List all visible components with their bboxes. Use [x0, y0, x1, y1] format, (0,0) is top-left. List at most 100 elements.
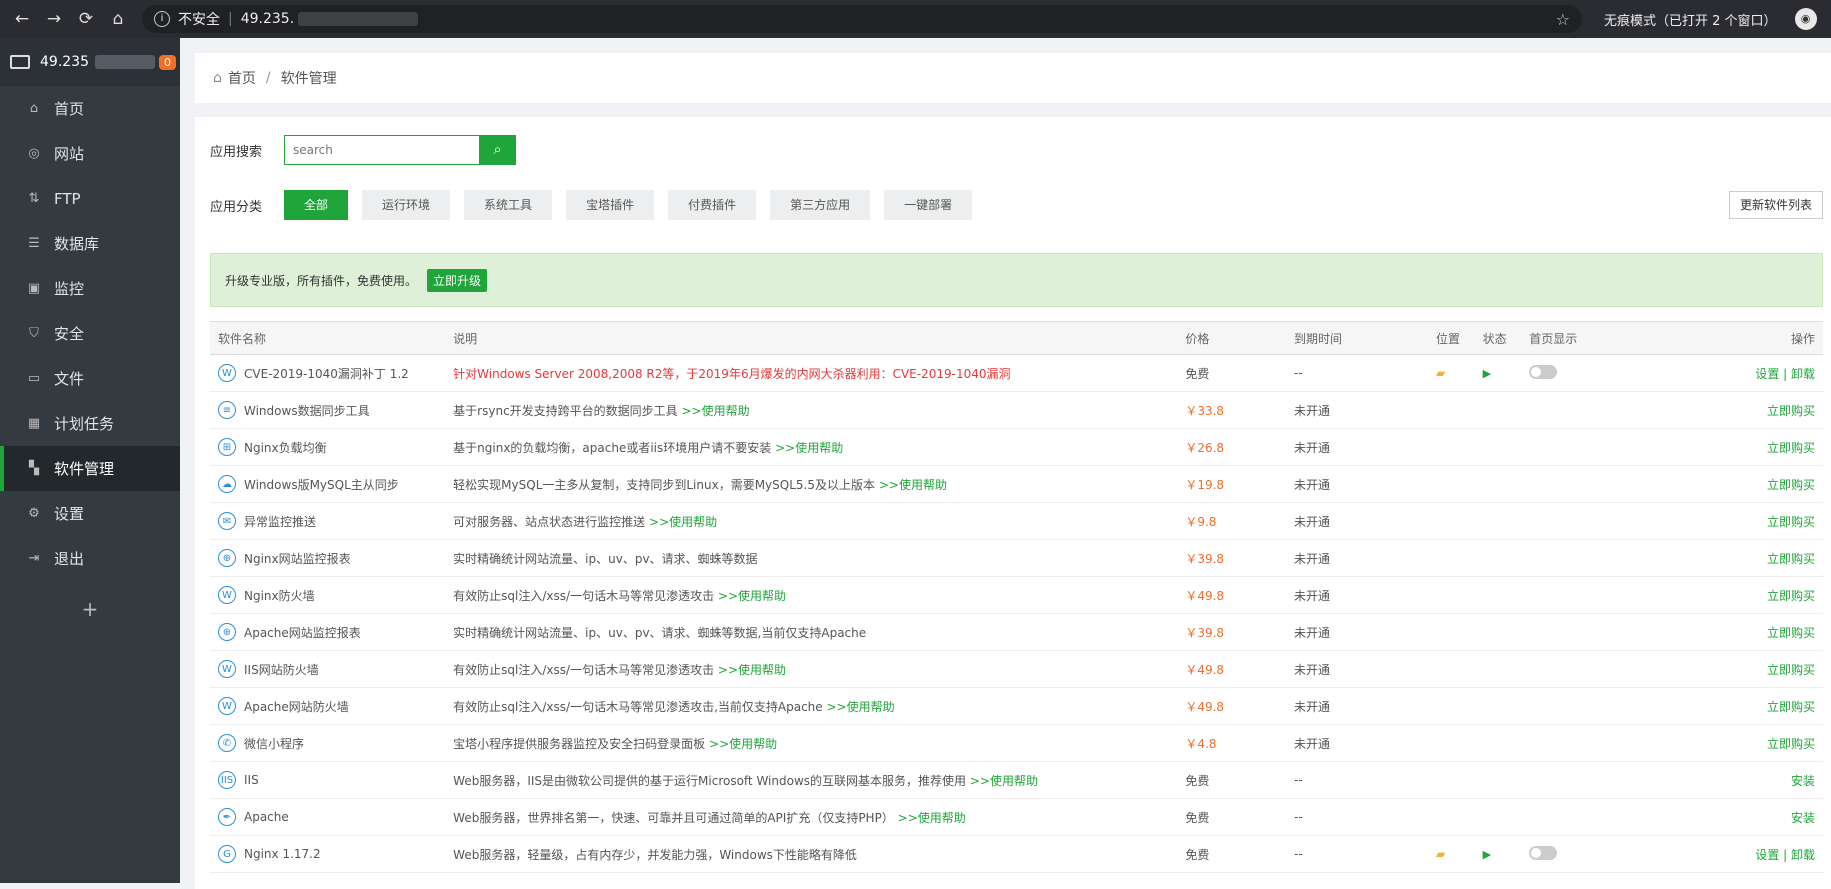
software-name: Apache — [244, 810, 289, 824]
action-link[interactable]: 立即购买 — [1767, 589, 1815, 603]
help-link[interactable]: >>使用帮助 — [898, 811, 966, 825]
table-row: ✉ 异常监控推送 可对服务器、站点状态进行监控推送 >>使用帮助 ￥9.8 未开通 立即购… — [210, 502, 1823, 540]
homepage-toggle[interactable] — [1529, 845, 1558, 860]
action-link[interactable]: 立即购买 — [1767, 626, 1815, 640]
software-name: Apache网站防火墙 — [244, 699, 349, 714]
column-header: 首页显示 — [1521, 321, 1655, 355]
sidebar-item-10[interactable]: ⇥ 退出 — [0, 536, 180, 581]
home-icon[interactable]: ⌂ — [213, 70, 222, 86]
folder-icon[interactable]: ▰ — [1436, 847, 1445, 861]
action-link[interactable]: 立即购买 — [1767, 478, 1815, 492]
help-link[interactable]: >>使用帮助 — [775, 441, 843, 455]
category-tab[interactable]: 第三方应用 — [770, 190, 871, 220]
sidebar-item-3[interactable]: ☰ 数据库 — [0, 221, 180, 266]
back-icon[interactable]: ← — [12, 9, 32, 29]
column-header: 说明 — [445, 321, 1178, 355]
category-tab[interactable]: 付费插件 — [668, 190, 757, 220]
sidebar-item-8[interactable]: ▚ 软件管理 — [0, 446, 180, 491]
software-desc: 针对Windows Server 2008,2008 R2等，于2019年6月爆… — [453, 366, 1011, 381]
category-label: 应用分类 — [210, 199, 263, 215]
search-input[interactable] — [285, 136, 480, 164]
forward-icon[interactable]: → — [44, 9, 64, 29]
action-link[interactable]: 立即购买 — [1767, 515, 1815, 529]
software-desc: 有效防止sql注入/xss/一句话木马等常见渗透攻击,当前仅支持Apache — [453, 699, 823, 714]
address-bar[interactable]: i 不安全 | 49.235. ☆ — [142, 5, 1582, 33]
cloud-sync-icon: ☁ — [218, 475, 236, 493]
chart-globe-icon: ⊕ — [218, 623, 236, 641]
reload-icon[interactable]: ⟳ — [76, 9, 96, 29]
sidebar-item-0[interactable]: ⌂ 首页 — [0, 86, 180, 131]
action-link[interactable]: 立即购买 — [1767, 663, 1815, 677]
action-link[interactable]: 安装 — [1791, 774, 1815, 788]
browser-bar: ← → ⟳ ⌂ i 不安全 | 49.235. ☆ 无痕模式（已打开 2 个窗口… — [0, 0, 1831, 38]
address-separator: | — [228, 11, 233, 27]
action-link[interactable]: 立即购买 — [1767, 441, 1815, 455]
database-icon: ☰ — [28, 236, 40, 251]
sidebar-item-9[interactable]: ⚙ 设置 — [0, 491, 180, 536]
sidebar-item-label: 数据库 — [54, 235, 100, 253]
folder-icon[interactable]: ▰ — [1436, 366, 1445, 380]
help-link[interactable]: >>使用帮助 — [718, 589, 786, 603]
upgrade-button[interactable]: 立即升级 — [427, 268, 488, 292]
sidebar-item-4[interactable]: ▣ 监控 — [0, 266, 180, 311]
play-icon[interactable]: ▶ — [1483, 848, 1491, 861]
sidebar-item-1[interactable]: ◎ 网站 — [0, 131, 180, 176]
action-link[interactable]: 设置 | 卸载 — [1755, 848, 1815, 862]
gear-icon: ⚙ — [28, 506, 40, 521]
update-list-button[interactable]: 更新软件列表 — [1728, 191, 1823, 219]
sidebar-item-2[interactable]: ⇅ FTP — [0, 176, 180, 221]
help-link[interactable]: >>使用帮助 — [718, 663, 786, 677]
help-link[interactable]: >>使用帮助 — [649, 515, 717, 529]
software-name: Nginx网站监控报表 — [244, 551, 351, 566]
category-tab[interactable]: 全部 — [284, 190, 349, 220]
software-name: Nginx负载均衡 — [244, 440, 327, 455]
action-link[interactable]: 立即购买 — [1767, 404, 1815, 418]
redacted-address — [298, 12, 419, 26]
expire-date: 未开通 — [1294, 662, 1331, 677]
add-menu-button[interactable]: + — [0, 589, 180, 629]
waf-icon: W — [218, 697, 236, 715]
info-icon[interactable]: i — [154, 11, 170, 27]
help-link[interactable]: >>使用帮助 — [826, 700, 894, 714]
main-area: ⌂ 首页 / 软件管理 应用搜索 ⌕ 应用分类 全部运行环境系统工具宝塔插件付费… — [195, 53, 1831, 889]
waf-icon: W — [218, 364, 236, 382]
action-link[interactable]: 立即购买 — [1767, 700, 1815, 714]
sidebar-item-6[interactable]: ▭ 文件 — [0, 356, 180, 401]
sidebar-item-5[interactable]: ⛉ 安全 — [0, 311, 180, 356]
price: ￥49.8 — [1185, 662, 1225, 677]
price: ￥39.8 — [1185, 625, 1225, 640]
content-panel: 升级专业版，所有插件，免费使用。 立即升级 软件名称 说明 价格 到期时间 位置 状态 首页… — [195, 239, 1831, 889]
action-link[interactable]: 安装 — [1791, 811, 1815, 825]
expire-date: -- — [1294, 773, 1303, 787]
upgrade-text: 升级专业版，所有插件，免费使用。 — [225, 273, 418, 288]
action-link[interactable]: 设置 | 卸载 — [1755, 367, 1815, 381]
home-icon[interactable]: ⌂ — [108, 9, 128, 29]
category-tab[interactable]: 一键部署 — [884, 190, 973, 220]
sidebar-item-label: 退出 — [54, 550, 85, 568]
sidebar-item-7[interactable]: ▦ 计划任务 — [0, 401, 180, 446]
bookmark-star-icon[interactable]: ☆ — [1556, 10, 1570, 29]
play-icon[interactable]: ▶ — [1483, 367, 1491, 380]
action-link[interactable]: 立即购买 — [1767, 552, 1815, 566]
filter-panel: 应用搜索 ⌕ 应用分类 全部运行环境系统工具宝塔插件付费插件第三方应用一键部署 … — [195, 117, 1831, 239]
table-row: ⊞ Nginx负载均衡 基于nginx的负载均衡，apache或者iis环境用户请不… — [210, 428, 1823, 466]
category-tab[interactable]: 系统工具 — [464, 190, 553, 220]
action-link[interactable]: 立即购买 — [1767, 737, 1815, 751]
price: 免费 — [1185, 847, 1210, 862]
help-link[interactable]: >>使用帮助 — [879, 478, 947, 492]
search-icon[interactable]: ⌕ — [479, 135, 517, 165]
shield-icon: ⛉ — [29, 326, 39, 341]
category-tab[interactable]: 运行环境 — [362, 190, 451, 220]
expire-date: 未开通 — [1294, 477, 1331, 492]
breadcrumb-home[interactable]: 首页 — [228, 68, 256, 88]
homepage-toggle[interactable] — [1529, 364, 1558, 379]
help-link[interactable]: >>使用帮助 — [709, 737, 777, 751]
help-link[interactable]: >>使用帮助 — [970, 774, 1038, 788]
incognito-icon[interactable]: ◉ — [1794, 8, 1817, 30]
help-link[interactable]: >>使用帮助 — [682, 404, 750, 418]
category-tab[interactable]: 宝塔插件 — [566, 190, 655, 220]
price: ￥49.8 — [1185, 588, 1225, 603]
expire-date: 未开通 — [1294, 625, 1331, 640]
notification-badge[interactable]: 0 — [159, 54, 176, 70]
expire-date: 未开通 — [1294, 514, 1331, 529]
